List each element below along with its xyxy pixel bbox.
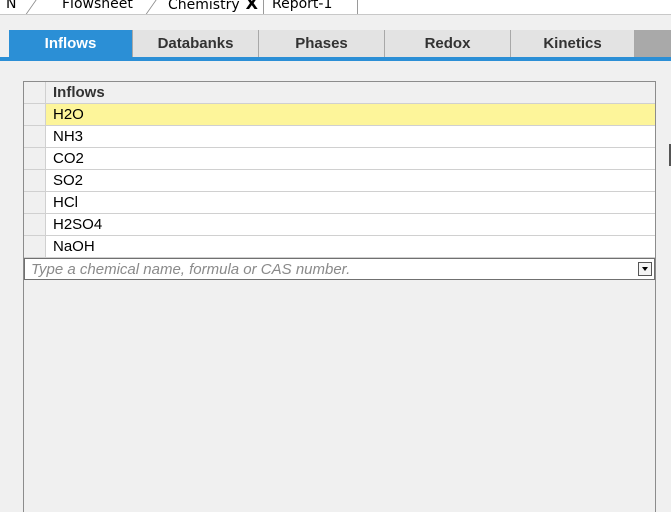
row-header[interactable] [24,148,46,169]
row-header[interactable] [24,192,46,213]
tab-divider [22,0,39,14]
chevron-down-icon[interactable] [638,262,652,276]
grid-cell-inflow[interactable]: SO2 [46,170,655,191]
inflows-panel: Inflows H2O NH3 CO2 SO2 HCl H2SO4 NaOH T… [9,61,671,512]
row-header[interactable] [24,104,46,125]
row-header-corner [24,82,46,103]
grid-cell-inflow[interactable]: HCl [46,192,655,213]
tab-phases[interactable]: Phases [259,30,385,57]
new-inflow-entry-row[interactable]: Type a chemical name, formula or CAS num… [24,258,655,280]
doc-tab-flowsheet[interactable]: Flowsheet [62,0,133,13]
row-header[interactable] [24,214,46,235]
document-tab-strip: N Flowsheet Chemistry X Report-1 [0,0,671,15]
new-inflow-input[interactable]: Type a chemical name, formula or CAS num… [25,259,654,279]
grid-cell-inflow[interactable]: NaOH [46,236,655,257]
grid-row-so2[interactable]: SO2 [24,170,655,192]
row-header[interactable] [24,126,46,147]
tab-databanks[interactable]: Databanks [133,30,259,57]
chemistry-sub-tabs: Inflows Databanks Phases Redox Kinetics [0,30,671,57]
row-header[interactable] [24,236,46,257]
doc-tab-chemistry-label: Chemistry [168,0,240,13]
tab-divider [357,0,358,14]
grid-row-co2[interactable]: CO2 [24,148,655,170]
grid-cell-inflow[interactable]: CO2 [46,148,655,169]
grid-cell-inflow[interactable]: NH3 [46,126,655,147]
grid-row-h2o[interactable]: H2O [24,104,655,126]
grid-row-nh3[interactable]: NH3 [24,126,655,148]
grid-cell-inflow[interactable]: H2O [46,104,655,125]
tab-strip-filler [635,30,671,57]
close-icon[interactable]: X [246,0,258,13]
grid-header-row: Inflows [24,82,655,104]
doc-tab-n[interactable]: N [6,0,16,13]
inflows-grid: Inflows H2O NH3 CO2 SO2 HCl H2SO4 NaOH T… [23,81,656,512]
tab-divider [263,0,264,14]
tab-divider [142,0,159,14]
doc-tab-report-1[interactable]: Report-1 [272,0,332,13]
tab-redox[interactable]: Redox [385,30,511,57]
grid-cell-inflow[interactable]: H2SO4 [46,214,655,235]
doc-tab-chemistry[interactable]: Chemistry X [168,0,258,13]
tab-inflows[interactable]: Inflows [9,30,133,57]
grid-row-hcl[interactable]: HCl [24,192,655,214]
grid-column-header-inflows[interactable]: Inflows [46,82,655,103]
row-header[interactable] [24,170,46,191]
grid-row-naoh[interactable]: NaOH [24,236,655,258]
tab-kinetics[interactable]: Kinetics [511,30,635,57]
grid-row-h2so4[interactable]: H2SO4 [24,214,655,236]
